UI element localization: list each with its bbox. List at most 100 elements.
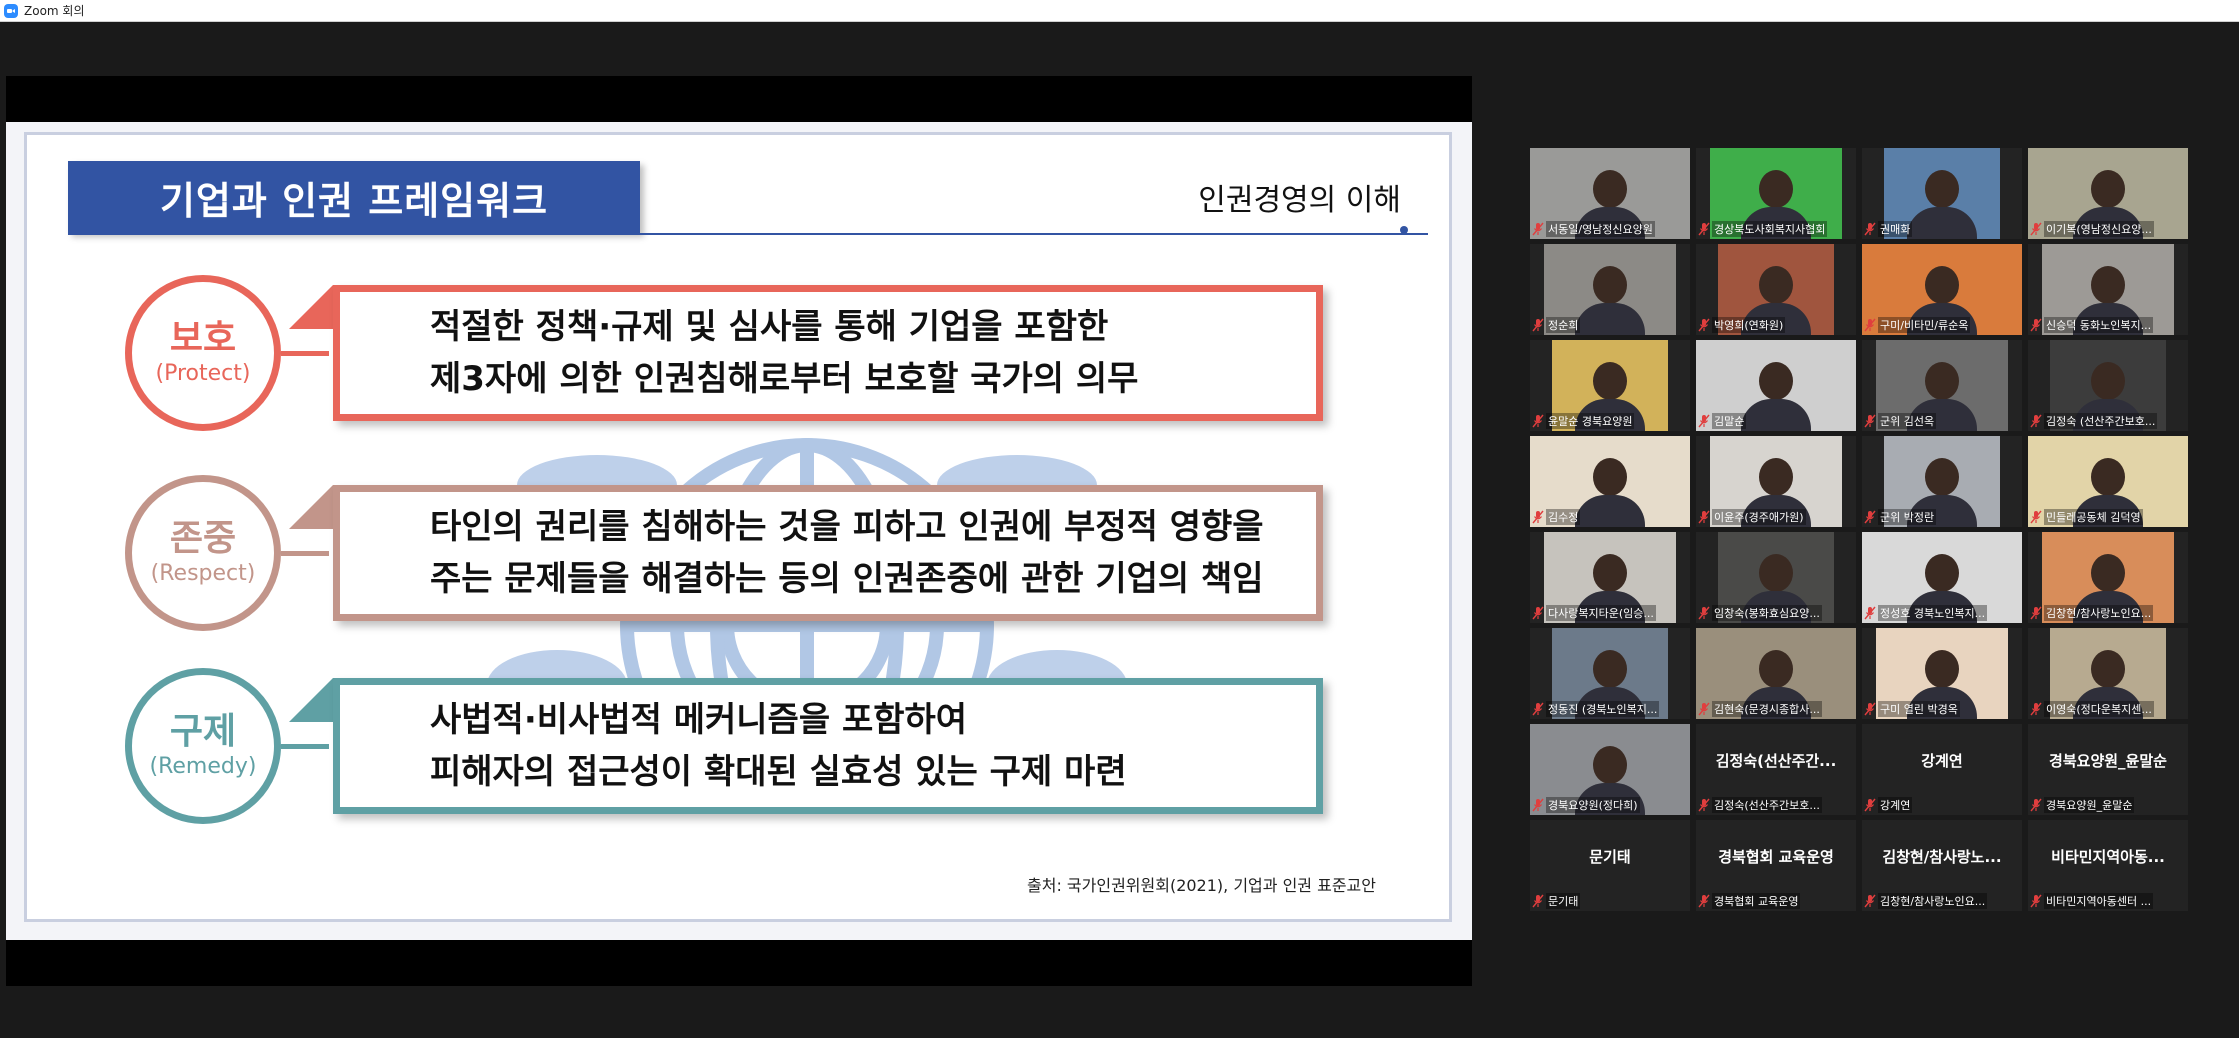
muted-mic-icon	[2030, 798, 2042, 812]
participant-name: 정성호 경북노인복지...	[1878, 605, 1988, 621]
participant-tile[interactable]: 김정숙 (선산주간보호...	[2028, 340, 2188, 431]
pillar-en: (Protect)	[155, 361, 251, 386]
muted-mic-icon	[1532, 702, 1544, 716]
participant-tile[interactable]: 김창현/참사랑노... 김창현/참사랑노인요...	[1862, 820, 2022, 911]
participant-name: 임창숙(봉화효심요양...	[1712, 605, 1822, 621]
participant-tile[interactable]: 군위 박정란	[1862, 436, 2022, 527]
participant-tile[interactable]: 비타민지역아동... 비타민지역아동센터 ...	[2028, 820, 2188, 911]
muted-mic-icon	[1532, 798, 1544, 812]
participant-tile[interactable]: 윤말순 경북요양원	[1530, 340, 1690, 431]
participant-tile[interactable]: 민들레공동체 김덕영	[2028, 436, 2188, 527]
pillar-en: (Respect)	[150, 561, 256, 586]
participant-tile[interactable]: 김창현/참사랑노인요...	[2028, 532, 2188, 623]
muted-mic-icon	[1864, 798, 1876, 812]
muted-mic-icon	[1698, 414, 1710, 428]
participant-label: 이윤주(경주애가원)	[1698, 509, 1806, 525]
muted-mic-icon	[1698, 510, 1710, 524]
slide-content: 기업과 인권 프레임워크 인권경영의 이해 보호 (Protect) 적절한 정…	[24, 132, 1452, 922]
participant-label: 군위 김선옥	[1864, 413, 1937, 429]
participant-tile[interactable]: 정성호 경북노인복지...	[1862, 532, 2022, 623]
participant-tile[interactable]: 이기복(영남정신요양...	[2028, 148, 2188, 239]
box-tab	[289, 285, 333, 329]
pillar-en: (Remedy)	[149, 754, 257, 779]
participant-tile[interactable]: 구미/비타민/류순옥	[1862, 244, 2022, 335]
participant-tile[interactable]: 서동일/영남정신요양원	[1530, 148, 1690, 239]
participant-name-display: 김창현/참사랑노...	[1882, 848, 2002, 866]
participant-tile[interactable]: 김현숙(문경시종합사...	[1696, 628, 1856, 719]
participant-name-display: 김정숙(선산주간...	[1715, 752, 1837, 770]
slide-source-citation: 출처: 국가인권위원회(2021), 기업과 인권 표준교안	[1027, 876, 1376, 895]
muted-mic-icon	[1532, 414, 1544, 428]
muted-mic-icon	[1698, 798, 1710, 812]
participant-label: 이영숙(정다운복지센...	[2030, 701, 2154, 717]
slide-title-box: 기업과 인권 프레임워크	[68, 161, 640, 233]
participant-gallery: 서동일/영남정신요양원 경상북도사회복지사협회 권매화 이기복(영남정신요양... 정순…	[1530, 148, 2190, 915]
participant-tile[interactable]: 김정숙(선산주간... 김정숙(선산주간보호...	[1696, 724, 1856, 815]
participant-name: 경북요양원_윤말순	[2044, 797, 2135, 813]
participant-tile[interactable]: 경북요양원_윤말순 경북요양원_윤말순	[2028, 724, 2188, 815]
muted-mic-icon	[2030, 222, 2042, 236]
shared-screen[interactable]: 기업과 인권 프레임워크 인권경영의 이해 보호 (Protect) 적절한 정…	[6, 76, 1472, 986]
participant-name: 서동일/영남정신요양원	[1546, 221, 1655, 237]
description-line: 주는 문제들을 해결하는 등의 인권존중에 관한 기업의 책임	[430, 559, 1264, 599]
participant-tile[interactable]: 강계연 강계연	[1862, 724, 2022, 815]
participant-tile[interactable]: 김수정	[1530, 436, 1690, 527]
participant-label: 정순희	[1532, 317, 1581, 333]
muted-mic-icon	[1532, 510, 1544, 524]
muted-mic-icon	[1532, 894, 1544, 908]
participant-tile[interactable]: 이윤주(경주애가원)	[1696, 436, 1856, 527]
participant-name: 김정숙(선산주간보호...	[1712, 797, 1822, 813]
participant-name: 김정숙 (선산주간보호...	[2044, 413, 2158, 429]
participant-tile[interactable]: 군위 김선옥	[1862, 340, 2022, 431]
pillar-kr: 보호	[169, 318, 237, 359]
participant-tile[interactable]: 김말순	[1696, 340, 1856, 431]
participant-tile[interactable]: 권매화	[1862, 148, 2022, 239]
participant-label: 구미/비타민/류순옥	[1864, 317, 1971, 333]
participant-tile[interactable]: 신승덕 동화노인복지...	[2028, 244, 2188, 335]
description-line: 제3자에 의한 인권침해로부터 보호할 국가의 의무	[430, 359, 1139, 399]
participant-name: 구미/비타민/류순옥	[1878, 317, 1971, 333]
pillar-description-box: 사법적·비사법적 메커니즘을 포함하여 피해자의 접근성이 확대된 실효성 있는…	[333, 678, 1323, 814]
participant-label: 정성호 경북노인복지...	[1864, 605, 1988, 621]
participant-tile[interactable]: 다사랑복지타운(임승...	[1530, 532, 1690, 623]
participant-tile[interactable]: 이영숙(정다운복지센...	[2028, 628, 2188, 719]
participant-tile[interactable]: 임창숙(봉화효심요양...	[1696, 532, 1856, 623]
pillar-connector	[281, 351, 329, 356]
muted-mic-icon	[1698, 894, 1710, 908]
participant-tile[interactable]: 경북협회 교육운영 경북협회 교육운영	[1696, 820, 1856, 911]
title-rule-dot	[1400, 226, 1408, 234]
participant-label: 구미 열린 박경옥	[1864, 701, 1960, 717]
participant-tile[interactable]: 정동진 (경북노인복지...	[1530, 628, 1690, 719]
participant-name: 군위 김선옥	[1878, 413, 1937, 429]
participant-name: 정순희	[1546, 317, 1581, 333]
participant-label: 윤말순 경북요양원	[1532, 413, 1635, 429]
participant-name: 이영숙(정다운복지센...	[2044, 701, 2154, 717]
muted-mic-icon	[1698, 318, 1710, 332]
participant-label: 김창현/참사랑노인요...	[1864, 893, 1988, 909]
participant-tile[interactable]: 정순희	[1530, 244, 1690, 335]
muted-mic-icon	[1532, 222, 1544, 236]
participant-tile[interactable]: 경북요양원(정다희)	[1530, 724, 1690, 815]
participant-label: 김현숙(문경시종합사...	[1698, 701, 1822, 717]
box-tab	[289, 485, 333, 529]
muted-mic-icon	[2030, 318, 2042, 332]
participant-name: 경북협회 교육운영	[1712, 893, 1801, 909]
muted-mic-icon	[1864, 606, 1876, 620]
participant-name: 김수정	[1546, 509, 1581, 525]
framework-row-respect: 존중 (Respect) 타인의 권리를 침해하는 것을 피하고 인권에 부정적…	[27, 475, 1455, 645]
participant-tile[interactable]: 문기태 문기태	[1530, 820, 1690, 911]
muted-mic-icon	[2030, 894, 2042, 908]
participant-label: 임창숙(봉화효심요양...	[1698, 605, 1822, 621]
participant-label: 강계연	[1864, 797, 1913, 813]
participant-tile[interactable]: 박영희(연화원)	[1696, 244, 1856, 335]
participant-label: 김수정	[1532, 509, 1581, 525]
participant-tile[interactable]: 구미 열린 박경옥	[1862, 628, 2022, 719]
pillar-kr: 구제	[169, 711, 237, 752]
participant-label: 이기복(영남정신요양...	[2030, 221, 2154, 237]
participant-name: 김창현/참사랑노인요...	[2044, 605, 2154, 621]
title-rule	[68, 233, 1428, 235]
muted-mic-icon	[1864, 222, 1876, 236]
participant-tile[interactable]: 경상북도사회복지사협회	[1696, 148, 1856, 239]
participant-name: 이기복(영남정신요양...	[2044, 221, 2154, 237]
participant-label: 경상북도사회복지사협회	[1698, 221, 1828, 237]
